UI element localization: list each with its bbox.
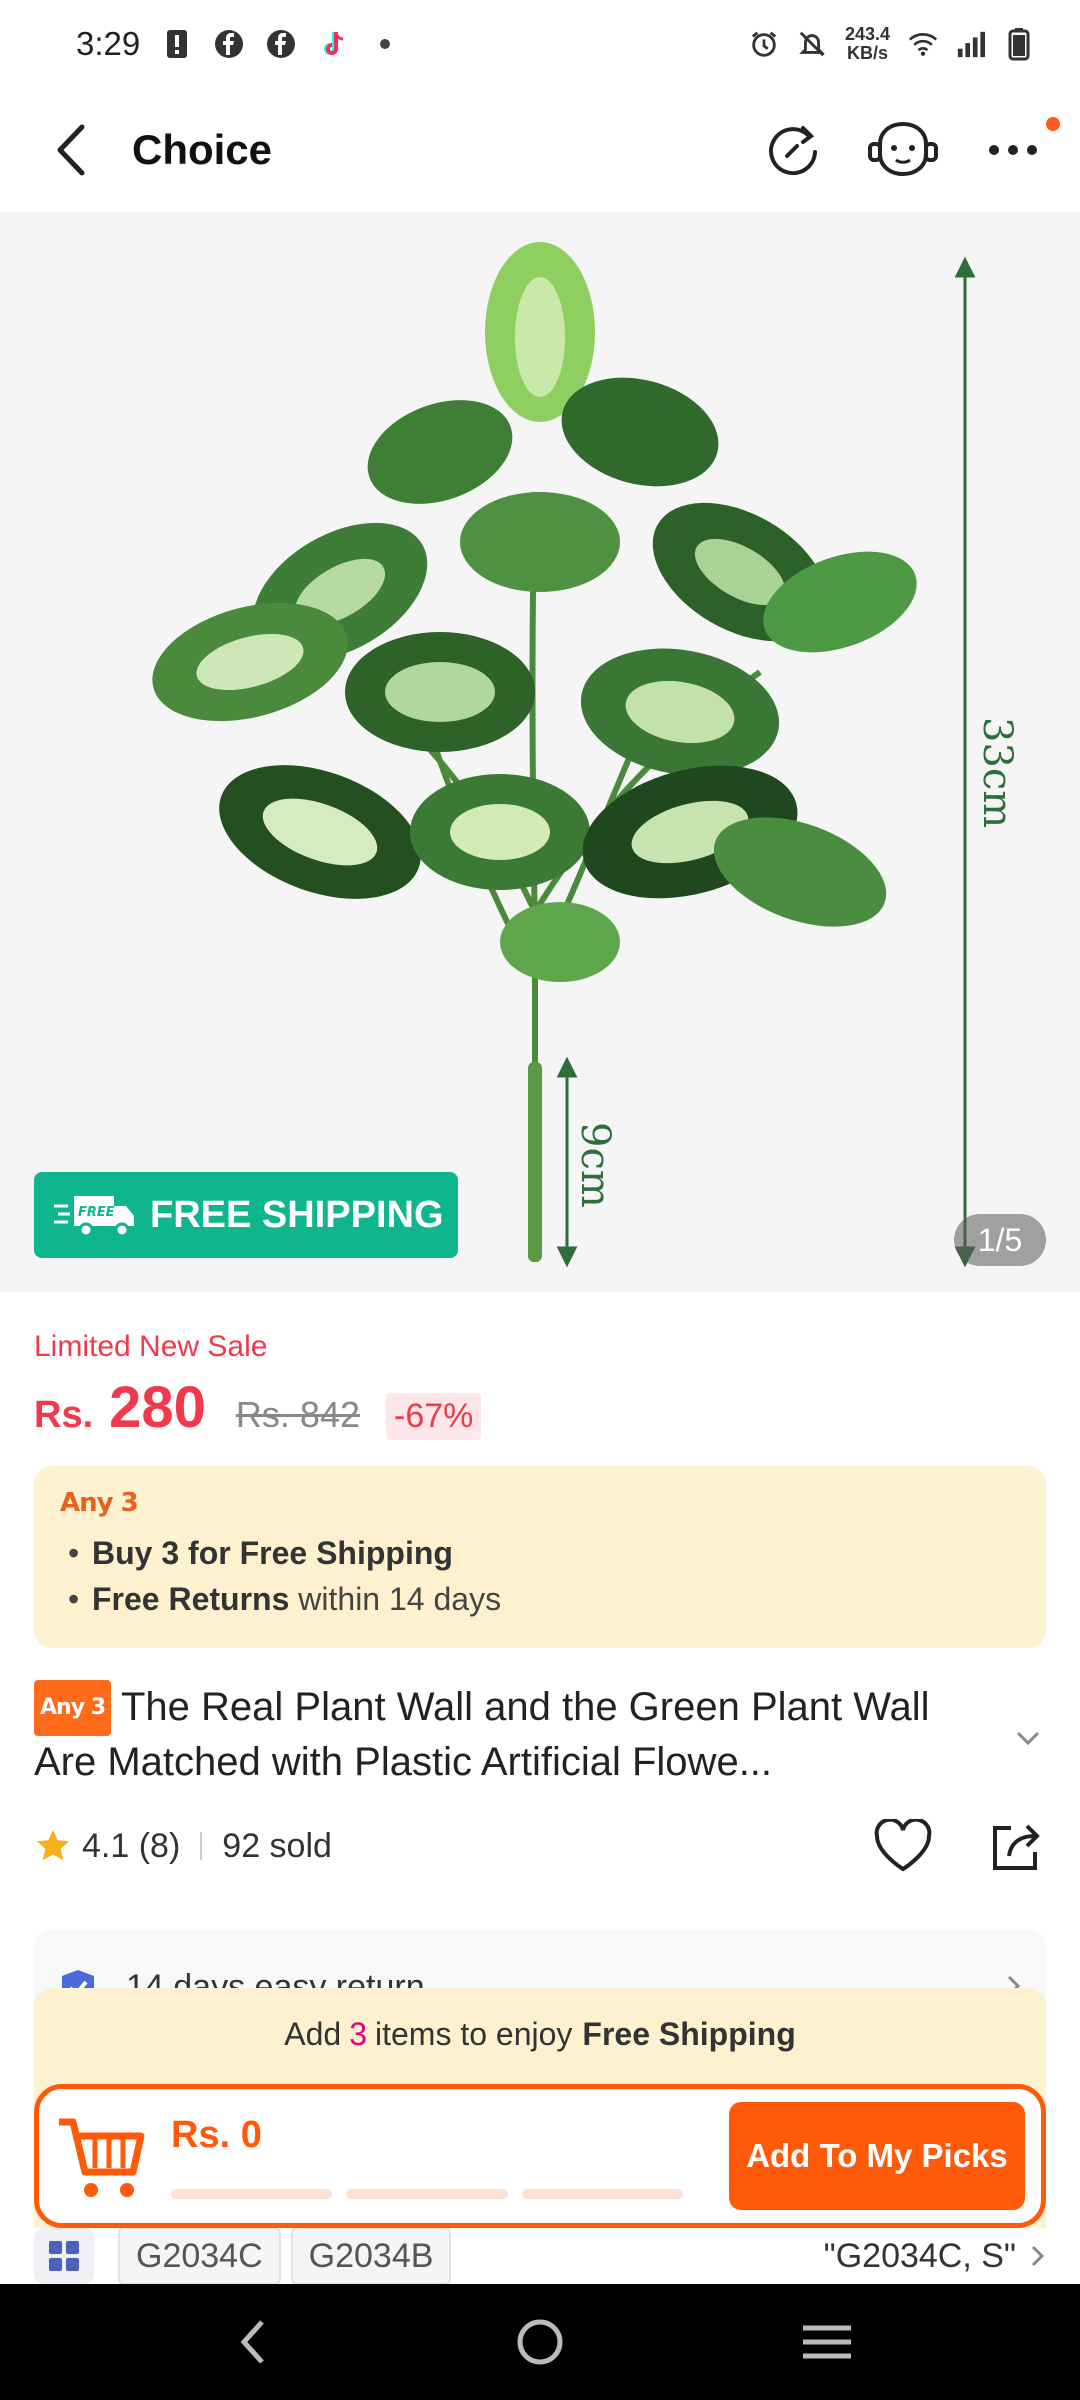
promo-item: Free Returns within 14 days bbox=[60, 1576, 1020, 1622]
net-speed: 243.4 KB/s bbox=[845, 25, 890, 63]
rating-score[interactable]: 4.1 bbox=[82, 1827, 129, 1866]
chevron-right-icon bbox=[1031, 2245, 1045, 2267]
cart-hint: Add 3 items to enjoy Free Shipping bbox=[34, 1988, 1046, 2080]
battery-icon bbox=[1004, 28, 1034, 61]
product-title-text: The Real Plant Wall and the Green Plant … bbox=[34, 1685, 930, 1784]
nav-home-icon bbox=[517, 2319, 563, 2365]
progress-segment bbox=[521, 2188, 683, 2199]
rating-count[interactable]: (8) bbox=[139, 1827, 181, 1866]
variant-chip[interactable]: G2034B bbox=[290, 2227, 452, 2285]
notification-dot bbox=[1046, 117, 1060, 131]
cart-hint-middle: items to enjoy bbox=[374, 2015, 573, 2052]
promo-item-text: within 14 days bbox=[289, 1581, 502, 1617]
cart-bar[interactable]: Rs. 0 Add To My Picks bbox=[34, 2084, 1046, 2228]
price-currency: Rs. bbox=[34, 1394, 94, 1436]
image-counter: 1/5 bbox=[954, 1214, 1046, 1266]
promo-box[interactable]: Any 3 Buy 3 for Free Shipping Free Retur… bbox=[34, 1466, 1046, 1648]
dot-icon bbox=[370, 29, 400, 59]
cart-hint-bold: Free Shipping bbox=[582, 2015, 796, 2052]
progress-segment bbox=[171, 2188, 333, 2199]
cart-total: Rs. 0 bbox=[171, 2113, 262, 2156]
discount-badge: -67% bbox=[386, 1393, 482, 1440]
dimension-stem-label: 9cm bbox=[572, 1122, 618, 1208]
nav-recents-button[interactable] bbox=[777, 2302, 877, 2382]
alert-icon bbox=[162, 29, 192, 59]
promo-item-text: Buy 3 for Free Shipping bbox=[92, 1535, 453, 1571]
support-bot-icon bbox=[868, 121, 938, 177]
promo-title: Any 3 bbox=[60, 1488, 139, 1518]
refresh-icon bbox=[769, 126, 817, 176]
sold-count: 92 sold bbox=[222, 1826, 332, 1865]
cart-icon[interactable] bbox=[55, 2108, 145, 2204]
nav-menu-icon bbox=[802, 2325, 851, 2359]
free-shipping-label: FREE SHIPPING bbox=[150, 1193, 444, 1236]
cart-progress bbox=[171, 2188, 683, 2199]
signal-icon bbox=[956, 29, 986, 59]
star-icon bbox=[36, 1829, 70, 1861]
any3-tag: Any 3 bbox=[34, 1680, 111, 1736]
mute-icon bbox=[797, 29, 827, 59]
page-title: Choice bbox=[132, 126, 273, 173]
price-row: Rs. 280 Rs. 842 -67% bbox=[34, 1374, 482, 1441]
dimension-height-label: 33cm bbox=[974, 717, 1020, 828]
divider bbox=[200, 1832, 203, 1860]
plant-image: 33cm 9cm bbox=[152, 242, 1020, 1268]
nav-home-button[interactable] bbox=[490, 2302, 590, 2382]
wishlist-button[interactable] bbox=[872, 1815, 934, 1877]
product-title-row[interactable]: Any 3 The Real Plant Wall and the Green P… bbox=[34, 1680, 1046, 1788]
tiktok-icon bbox=[318, 29, 348, 59]
net-speed-unit: KB/s bbox=[846, 43, 888, 63]
rating-row: 4.1 (8) 92 sold bbox=[34, 1818, 1046, 1874]
truck-free-label: FREE bbox=[78, 1205, 115, 1220]
progress-segment bbox=[346, 2188, 508, 2199]
heart-icon bbox=[874, 1819, 932, 1872]
free-shipping-badge: FREE FREE SHIPPING bbox=[34, 1172, 458, 1258]
share-button[interactable] bbox=[984, 1815, 1046, 1877]
promo-item: Buy 3 for Free Shipping bbox=[60, 1530, 1020, 1576]
app-header: Choice bbox=[0, 88, 1080, 212]
promo-item-bold: Free Returns bbox=[92, 1581, 290, 1617]
system-nav-bar bbox=[0, 2284, 1080, 2400]
more-icon bbox=[989, 145, 1037, 155]
chevron-down-icon[interactable] bbox=[1010, 1720, 1046, 1756]
status-time: 3:29 bbox=[76, 25, 141, 62]
alarm-icon bbox=[749, 29, 779, 59]
add-to-picks-button[interactable]: Add To My Picks bbox=[729, 2102, 1025, 2210]
price-current: 280 bbox=[109, 1375, 206, 1440]
status-bar: 3:29 243.4 KB/s bbox=[0, 0, 1080, 88]
share-icon bbox=[993, 1824, 1040, 1870]
net-speed-value: 243.4 bbox=[844, 24, 890, 44]
selected-variant-label: "G2034C, S" bbox=[823, 2236, 1016, 2275]
cart-hint-count: 3 bbox=[349, 2015, 367, 2052]
back-button[interactable] bbox=[30, 108, 114, 192]
selected-variant[interactable]: "G2034C, S" bbox=[824, 2237, 1046, 2276]
variants-grid-icon[interactable] bbox=[34, 2228, 94, 2284]
cart-hint-prefix: Add bbox=[284, 2015, 342, 2052]
truck-icon: FREE bbox=[54, 1196, 134, 1238]
product-title: Any 3 The Real Plant Wall and the Green P… bbox=[34, 1680, 994, 1788]
more-button[interactable] bbox=[976, 113, 1060, 187]
nav-back-icon bbox=[240, 2320, 265, 2364]
price-original: Rs. 842 bbox=[235, 1394, 360, 1435]
wifi-icon bbox=[908, 29, 938, 59]
sale-label: Limited New Sale bbox=[34, 1330, 268, 1363]
nav-back-button[interactable] bbox=[203, 2302, 303, 2382]
facebook-icon bbox=[214, 29, 244, 59]
support-button[interactable] bbox=[866, 113, 940, 187]
cart-overlay: Add 3 items to enjoy Free Shipping Rs. 0… bbox=[34, 1988, 1046, 2228]
back-arrow-icon bbox=[57, 124, 85, 176]
facebook-icon bbox=[266, 29, 296, 59]
variant-row[interactable]: G2034C G2034B "G2034C, S" bbox=[34, 2226, 1046, 2286]
refresh-button[interactable] bbox=[756, 113, 830, 187]
variant-chip[interactable]: G2034C bbox=[118, 2227, 281, 2285]
product-image-gallery[interactable]: 33cm 9cm FREE FREE SHIPPING 1/5 bbox=[0, 212, 1080, 1292]
